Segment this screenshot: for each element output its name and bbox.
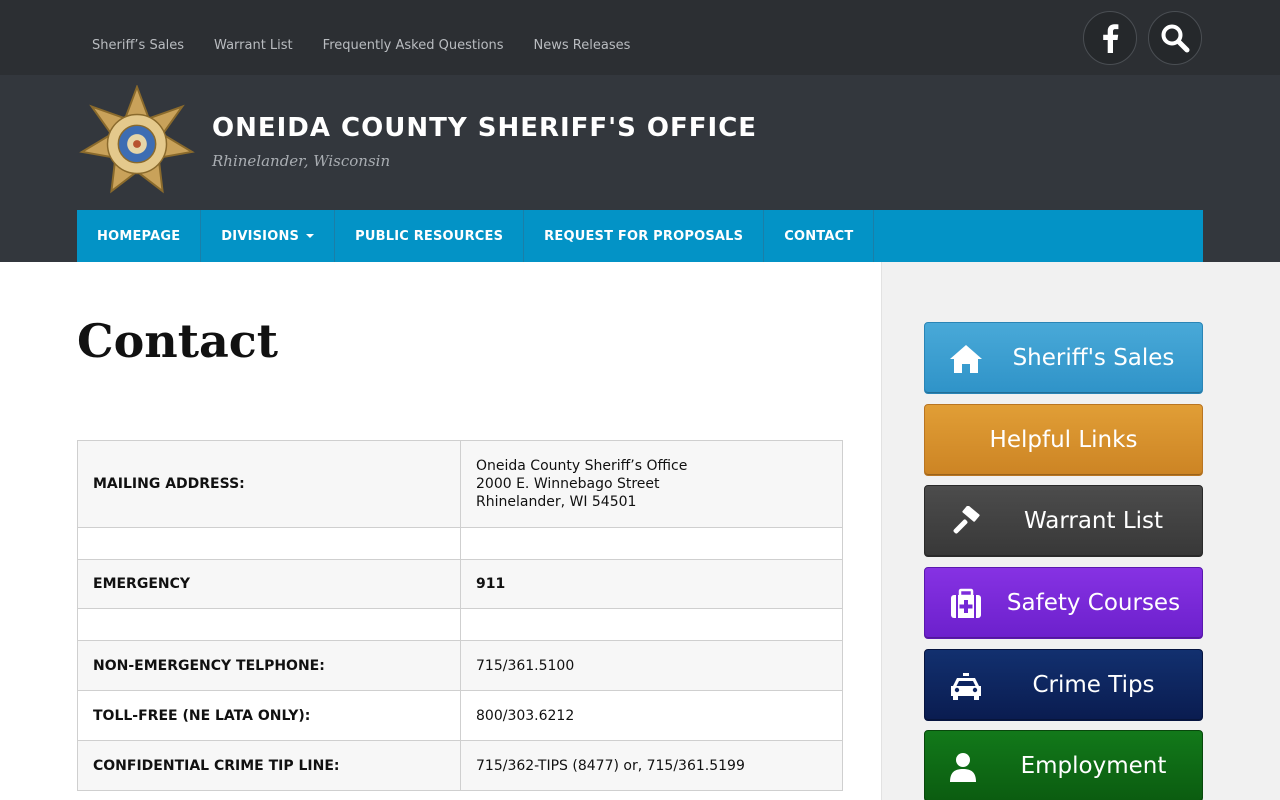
mailing-line: 2000 E. Winnebago Street [476,476,660,492]
site-subtitle: Rhinelander, Wisconsin [212,152,391,170]
crime-tip-line-value: 715/362-TIPS (8477) or, 715/361.5199 [460,740,843,791]
nav-public-resources[interactable]: PUBLIC RESOURCES [335,210,525,262]
crime-tip-line-label: CONFIDENTIAL CRIME TIP LINE: [77,740,461,791]
site-title[interactable]: ONEIDA COUNTY SHERIFF'S OFFICE [212,113,757,143]
top-link-sheriffs-sales[interactable]: Sheriff’s Sales [92,38,184,53]
top-link-news-releases[interactable]: News Releases [534,38,631,53]
sidebar-button-label: Safety Courses [1006,590,1181,616]
table-row: EMERGENCY 911 [77,559,843,609]
nav-request-for-proposals[interactable]: REQUEST FOR PROPOSALS [524,210,765,262]
main-nav: HOMEPAGE DIVISIONS PUBLIC RESOURCES REQU… [77,210,1203,262]
page-title: Contact [77,314,279,368]
nav-homepage-label: HOMEPAGE [97,228,181,244]
top-nav: Sheriff’s Sales Warrant List Frequently … [92,38,630,53]
nav-public-resources-label: PUBLIC RESOURCES [355,228,504,244]
sidebar-button-helpful-links[interactable]: Helpful Links [924,404,1203,476]
table-row: NON-EMERGENCY TELPHONE: 715/361.5100 [77,640,843,691]
site-header: ONEIDA COUNTY SHERIFF'S OFFICE Rhineland… [0,75,1280,262]
sidebar-button-label: Employment [1020,753,1167,779]
toll-free-label: TOLL-FREE (NE LATA ONLY): [77,690,461,741]
facebook-button[interactable] [1083,11,1137,65]
empty-cell [460,608,843,641]
nav-contact[interactable]: CONTACT [764,210,875,262]
top-link-warrant-list[interactable]: Warrant List [214,38,293,53]
empty-cell [460,527,843,560]
nav-rfp-label: REQUEST FOR PROPOSALS [544,228,744,244]
empty-cell [77,527,461,560]
sidebar-button-label: Crime Tips [1032,672,1155,698]
table-row-empty [77,608,843,641]
sidebar-button-label: Sheriff's Sales [1012,345,1175,371]
mailing-address-label: MAILING ADDRESS: [77,440,461,528]
emergency-value: 911 [460,559,843,609]
table-row: TOLL-FREE (NE LATA ONLY): 800/303.6212 [77,690,843,741]
sidebar-button-label: Helpful Links [989,427,1138,453]
top-link-faq[interactable]: Frequently Asked Questions [323,38,504,53]
nav-homepage[interactable]: HOMEPAGE [77,210,202,262]
non-emergency-label: NON-EMERGENCY TELPHONE: [77,640,461,691]
sidebar-button-employment[interactable]: Employment [924,730,1203,800]
gavel-icon [953,506,980,534]
medkit-icon [951,588,981,618]
sidebar-button-label: Warrant List [1023,508,1164,534]
facebook-icon [1103,24,1119,53]
mailing-line: Oneida County Sheriff’s Office [476,458,688,474]
sidebar-button-crime-tips[interactable]: Crime Tips [924,649,1203,721]
sidebar-button-sheriffs-sales[interactable]: Sheriff's Sales [924,322,1203,394]
home-icon [950,345,982,373]
emergency-label: EMERGENCY [77,559,461,609]
toll-free-value: 800/303.6212 [460,690,843,741]
table-row-empty [77,527,843,560]
sidebar-button-warrant-list[interactable]: Warrant List [924,485,1203,557]
car-icon [951,673,981,700]
mailing-line: Rhinelander, WI 54501 [476,494,637,510]
mailing-address-value: Oneida County Sheriff’s Office 2000 E. W… [460,440,843,528]
nav-divisions-label: DIVISIONS [221,228,300,244]
sidebar-button-safety-courses[interactable]: Safety Courses [924,567,1203,639]
user-icon [950,753,976,782]
sheriff-badge-logo[interactable] [78,85,196,203]
search-button[interactable] [1148,11,1202,65]
search-icon [1161,24,1190,53]
table-row: CONFIDENTIAL CRIME TIP LINE: 715/362-TIP… [77,740,843,791]
nav-divisions[interactable]: DIVISIONS [201,210,336,262]
contact-table: MAILING ADDRESS: Oneida County Sheriff’s… [77,440,843,791]
caret-down-icon [306,234,315,238]
top-bar: Sheriff’s Sales Warrant List Frequently … [0,0,1280,75]
non-emergency-value: 715/361.5100 [460,640,843,691]
empty-cell [77,608,461,641]
nav-contact-label: CONTACT [784,228,854,244]
table-row: MAILING ADDRESS: Oneida County Sheriff’s… [77,440,843,528]
